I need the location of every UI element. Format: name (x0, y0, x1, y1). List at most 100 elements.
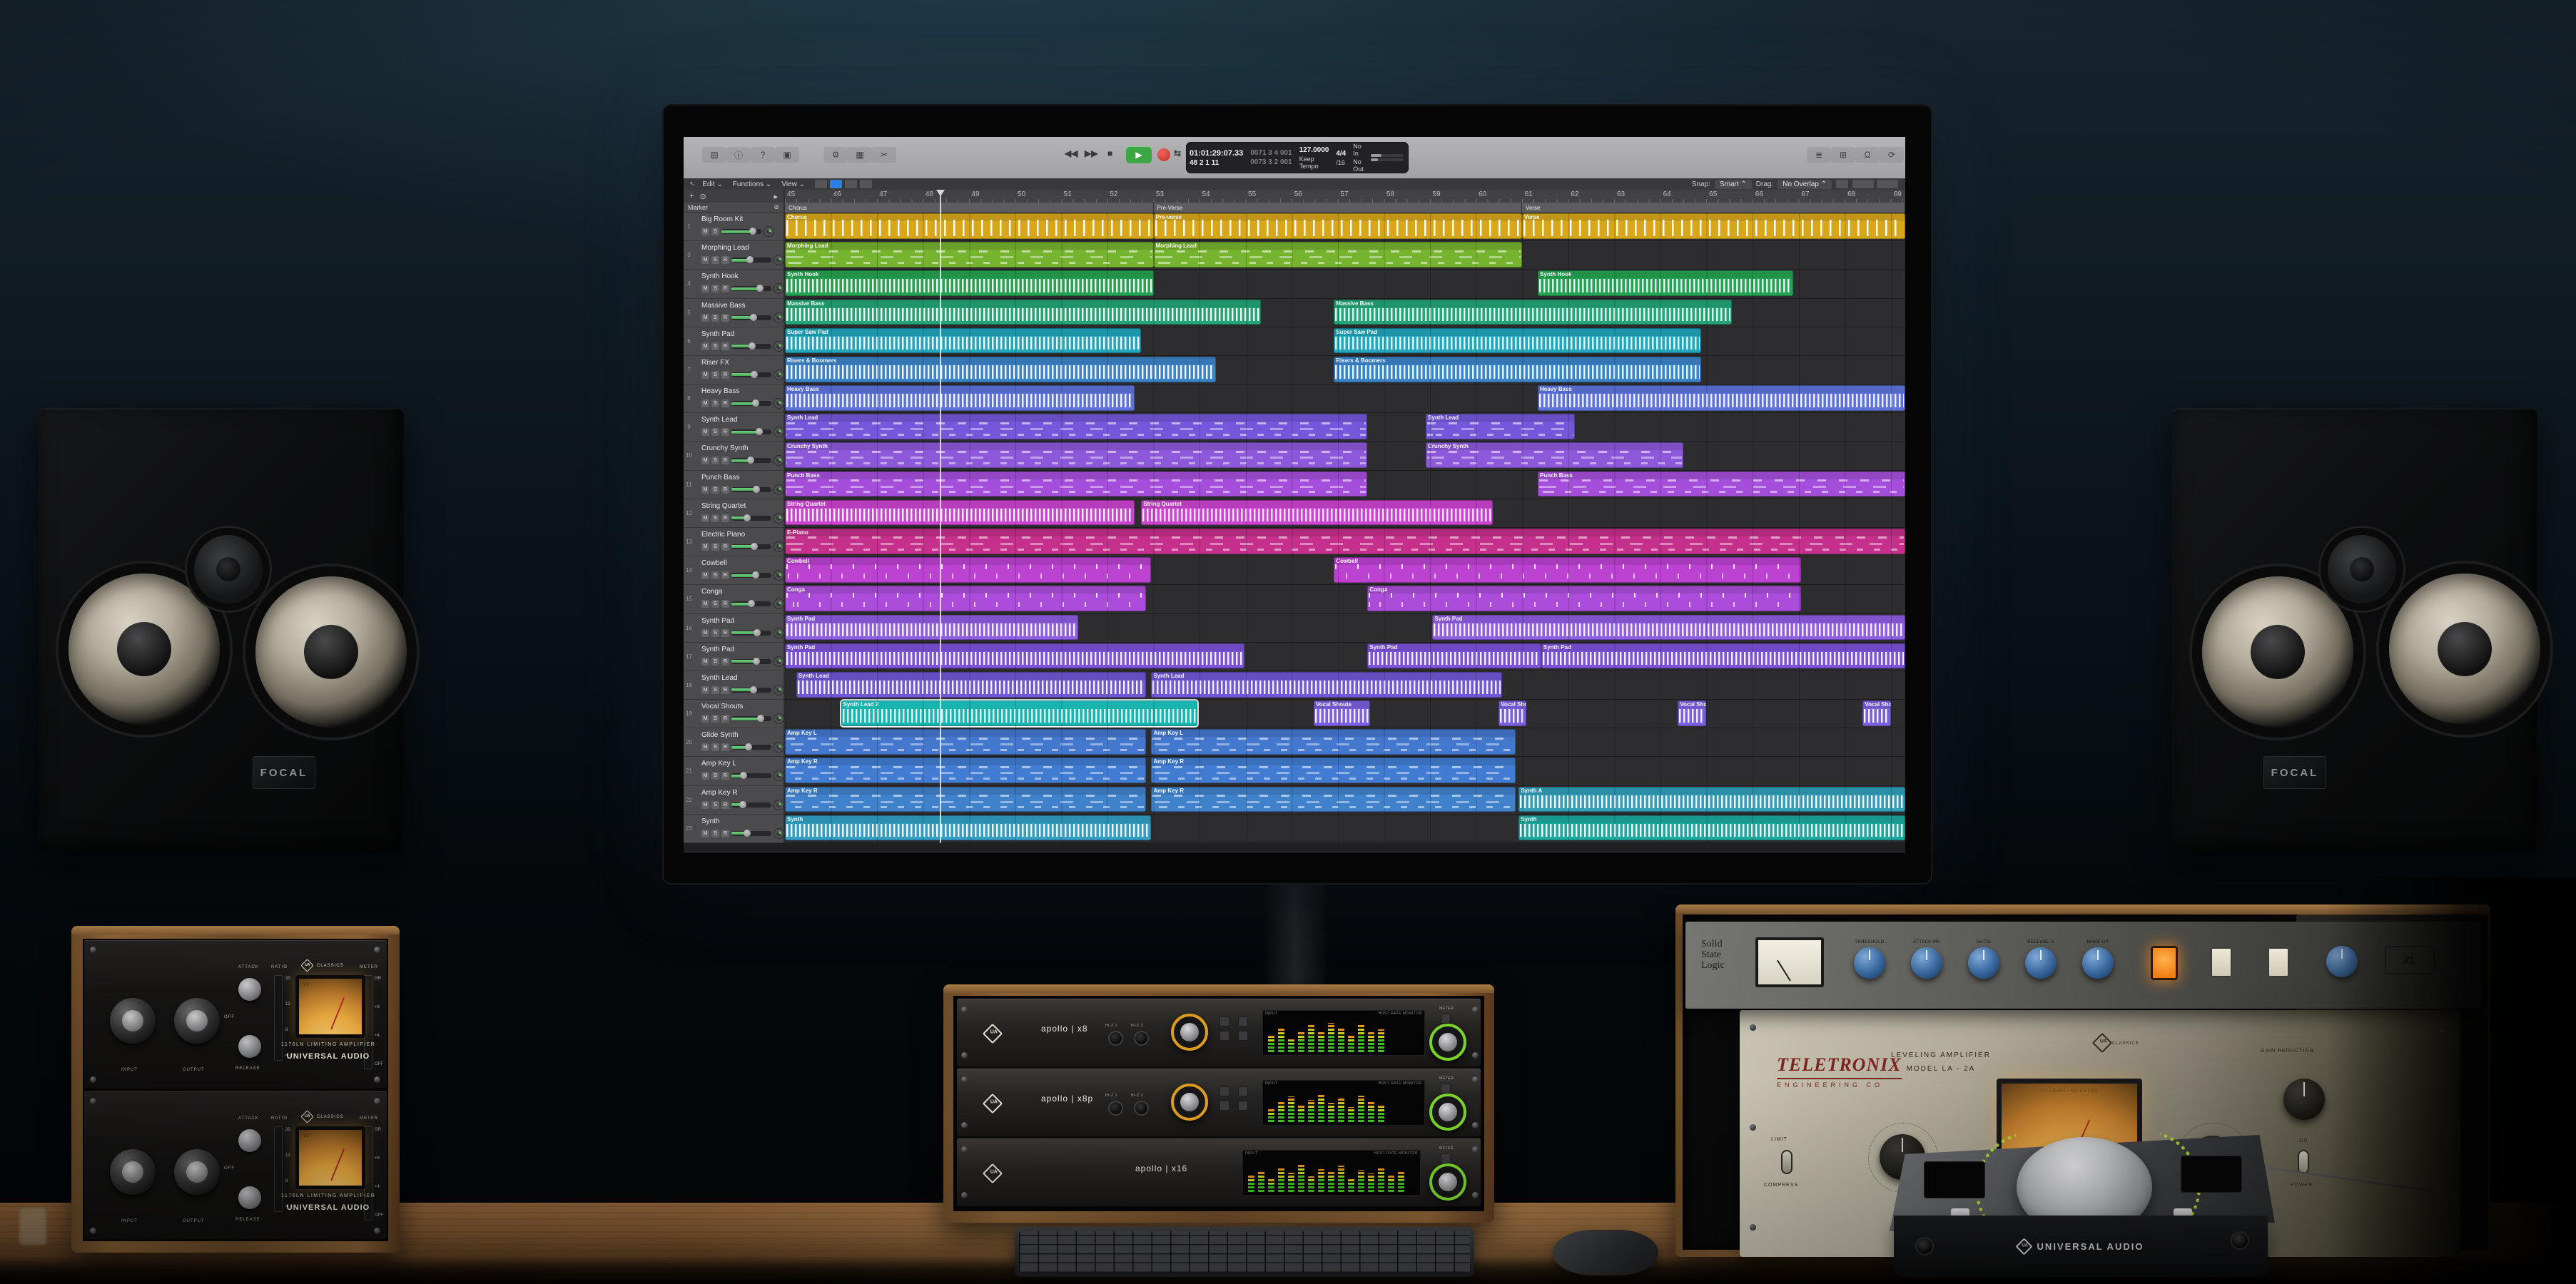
track-lane[interactable]: Morphing LeadMorphing Lead (785, 241, 1905, 270)
mute-button[interactable]: M (701, 314, 709, 322)
marker-lane[interactable]: ChorusPre-VerseVerse (785, 203, 1905, 213)
play-button[interactable]: ▶ (1126, 146, 1152, 163)
pan-knob[interactable] (774, 255, 784, 265)
record-enable-button[interactable]: R (721, 658, 729, 666)
track-lane[interactable]: E-Piano (785, 528, 1905, 556)
solo-button[interactable]: S (711, 715, 719, 723)
region[interactable]: Verse (1522, 213, 1905, 239)
pan-knob[interactable] (774, 455, 784, 466)
record-enable-button[interactable]: R (721, 830, 729, 837)
mute-button[interactable]: M (701, 629, 709, 637)
mute-button[interactable]: M (701, 571, 709, 579)
mute-button[interactable]: M (701, 830, 709, 837)
region[interactable]: Synth (785, 815, 1151, 841)
region[interactable]: Super Saw Pad (1334, 328, 1701, 354)
region[interactable]: Punch Bass (785, 472, 1367, 497)
track-header[interactable]: 11Punch BassMSR (684, 471, 784, 499)
track-header[interactable]: 5Massive BassMSR (684, 299, 784, 327)
solo-button[interactable]: S (711, 256, 719, 264)
toolbar-icon[interactable]: ▣ (775, 147, 799, 163)
marker-track-header[interactable]: Marker⊘ (684, 203, 784, 213)
inspector-icon[interactable]: ⓘ (726, 147, 751, 163)
volume-slider[interactable] (731, 516, 771, 521)
track-lane[interactable]: Synth HookSynth Hook (785, 270, 1905, 298)
mute-button[interactable]: M (701, 399, 709, 407)
volume-slider[interactable] (731, 286, 771, 291)
catch-playhead-icon[interactable] (1836, 180, 1848, 188)
volume-slider[interactable] (731, 631, 771, 636)
mute-button[interactable]: M (701, 428, 709, 436)
solo-button[interactable]: S (711, 830, 719, 837)
record-enable-button[interactable]: R (721, 600, 729, 608)
record-enable-button[interactable]: R (721, 486, 729, 494)
volume-slider[interactable] (731, 716, 771, 721)
pan-knob[interactable] (774, 685, 784, 696)
pan-knob[interactable] (774, 713, 784, 724)
region[interactable]: Morphing Lead (785, 242, 1154, 268)
mute-button[interactable]: M (701, 543, 709, 551)
track-lane[interactable]: Synth PadSynth Pad (785, 614, 1905, 643)
note-pads-icon[interactable]: ⊞ (1831, 147, 1855, 163)
region[interactable]: Crunchy Synth (785, 442, 1367, 468)
solo-button[interactable]: S (711, 486, 719, 494)
region[interactable]: Synth Hook (1538, 270, 1793, 296)
track-lane[interactable]: Massive BassMassive Bass (785, 299, 1905, 327)
region[interactable]: Amp Key R (1151, 787, 1515, 812)
region[interactable]: String Quartet (1141, 500, 1493, 526)
volume-slider[interactable] (731, 802, 771, 807)
mute-button[interactable]: M (701, 228, 709, 235)
region[interactable]: Cowbell (1334, 557, 1801, 583)
region[interactable]: E-Piano (785, 529, 1905, 554)
region[interactable]: Massive Bass (785, 300, 1261, 325)
volume-slider[interactable] (731, 601, 771, 606)
volume-slider[interactable] (731, 773, 771, 778)
region[interactable]: Vocal Shouts (1678, 700, 1705, 726)
region[interactable]: Synth Pad (1367, 643, 1541, 669)
mute-button[interactable]: M (701, 658, 709, 666)
mute-button[interactable]: M (701, 801, 709, 809)
track-header[interactable]: 23SynthMSR (684, 815, 784, 843)
mute-button[interactable]: M (701, 772, 709, 780)
volume-slider[interactable] (731, 315, 771, 320)
track-lane[interactable]: Synth LeadSynth Lead (785, 671, 1905, 700)
pan-knob[interactable] (774, 598, 784, 609)
track-lane[interactable]: ChorusPre-verseVerse (785, 213, 1905, 241)
record-enable-button[interactable]: R (721, 743, 729, 751)
solo-button[interactable]: S (711, 342, 719, 350)
solo-button[interactable]: S (711, 801, 719, 809)
volume-slider[interactable] (731, 258, 771, 263)
volume-slider[interactable] (731, 401, 771, 406)
region[interactable]: Synth (1518, 815, 1905, 841)
playhead[interactable] (940, 190, 941, 843)
record-enable-button[interactable]: R (721, 629, 729, 637)
region[interactable]: String Quartet (785, 500, 1135, 526)
volume-slider[interactable] (731, 372, 771, 377)
bar-ruler[interactable]: 4546474849505152535455565758596061626364… (785, 190, 1905, 203)
track-header[interactable]: 20Glide SynthMSR (684, 728, 784, 757)
volume-slider[interactable] (731, 745, 771, 750)
editors-icon[interactable]: ✂ (872, 147, 896, 163)
record-enable-button[interactable]: R (721, 801, 729, 809)
region[interactable]: Amp Key R (785, 787, 1146, 812)
volume-slider[interactable] (731, 544, 771, 549)
smart-controls-icon[interactable]: ⚙ (823, 147, 848, 163)
track-header[interactable]: 13Electric PianoMSR (684, 528, 784, 556)
pan-knob[interactable] (774, 513, 784, 524)
region[interactable]: Conga (785, 586, 1146, 611)
mute-button[interactable]: M (701, 600, 709, 608)
record-enable-button[interactable]: R (721, 285, 729, 292)
track-header[interactable]: 8Heavy BassMSR (684, 384, 784, 413)
solo-button[interactable]: S (711, 629, 719, 637)
lcd-display[interactable]: 01:01:29:07.33 48 2 1 11 0071 3 4 001 00… (1186, 142, 1409, 173)
volume-slider[interactable] (731, 458, 771, 463)
arrange-area[interactable]: ChorusPre-verseVerseMorphing LeadMorphin… (785, 213, 1905, 843)
track-header[interactable]: 9Synth LeadMSR (684, 413, 784, 442)
solo-button[interactable]: S (711, 228, 719, 235)
mute-button[interactable]: M (701, 371, 709, 379)
volume-slider[interactable] (731, 659, 771, 664)
region[interactable]: Synth Lead (785, 414, 1367, 439)
track-lane[interactable]: Synth LeadSynth Lead (785, 413, 1905, 442)
region[interactable]: Heavy Bass (785, 385, 1135, 411)
record-enable-button[interactable]: R (721, 772, 729, 780)
snap-menu[interactable]: Smart ⌃ (1715, 180, 1752, 189)
